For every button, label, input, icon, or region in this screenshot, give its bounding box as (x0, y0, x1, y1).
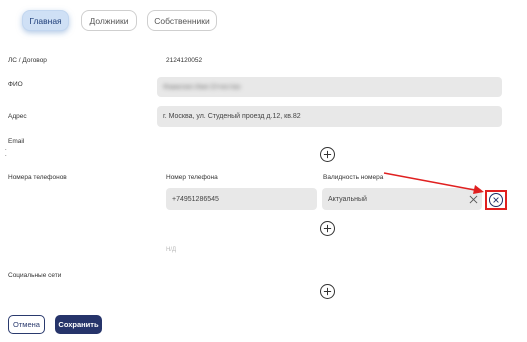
phone-number-value: +74951286545 (172, 195, 219, 203)
phone-validity-value: Актуальный (328, 195, 367, 203)
remove-circle-icon (493, 197, 499, 203)
email-label: Email (8, 138, 25, 145)
address-value: г. Москва, ул. Студеный проезд д.12, кв.… (163, 113, 301, 120)
add-social-button[interactable] (320, 284, 335, 299)
save-button[interactable]: Сохранить (55, 315, 102, 334)
address-field[interactable]: г. Москва, ул. Студеный проезд д.12, кв.… (157, 106, 502, 127)
plus-icon (323, 224, 332, 233)
plus-icon (323, 287, 332, 296)
address-label: Адрес (8, 113, 27, 120)
phones-label: Номера телефонов (8, 174, 67, 181)
social-label: Социальные сети (8, 272, 62, 279)
remove-phone-button[interactable] (489, 193, 503, 207)
tab-debtors[interactable]: Должники (81, 10, 137, 31)
fio-label: ФИО (8, 81, 23, 88)
add-phone-button[interactable] (320, 221, 335, 236)
email-dots: .. (5, 146, 7, 158)
tab-owners[interactable]: Собственники (147, 10, 217, 31)
na-text: Н/Д (166, 247, 177, 253)
fio-value: Фамилия Имя Отчество (163, 83, 241, 91)
account-label: ЛС / Договор (8, 57, 47, 64)
account-value: 2124120052 (166, 57, 203, 64)
phone-number-header: Номер телефона (166, 174, 218, 181)
phone-validity-header: Валидность номера (323, 174, 384, 181)
phone-number-input[interactable]: +74951286545 (166, 188, 317, 210)
fio-field[interactable]: Фамилия Имя Отчество (157, 77, 502, 97)
tab-main[interactable]: Главная (22, 10, 69, 31)
annotation-arrow (383, 172, 484, 194)
cancel-button[interactable]: Отмена (8, 315, 45, 334)
plus-icon (323, 150, 332, 159)
add-email-button[interactable] (320, 147, 335, 162)
